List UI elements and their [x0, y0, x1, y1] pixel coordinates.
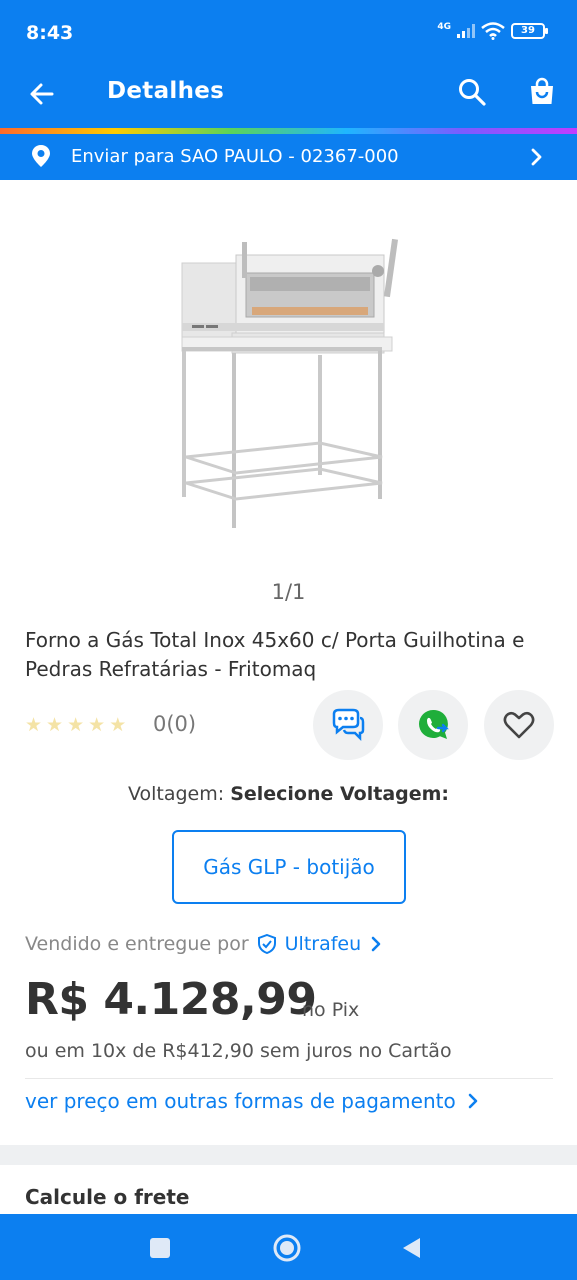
product-image[interactable]: [168, 225, 408, 535]
shipping-address-text: Enviar para SAO PAULO - 02367-000: [71, 146, 399, 167]
star-icon: ★: [88, 714, 106, 736]
location-pin-icon: [32, 145, 50, 167]
recents-icon[interactable]: [150, 1238, 170, 1258]
whatsapp-share-button[interactable]: [398, 690, 468, 760]
signal-icon: [457, 24, 475, 38]
rating-count[interactable]: 0(0): [153, 712, 196, 736]
verified-shield-icon: [257, 934, 276, 954]
chat-button[interactable]: [313, 690, 383, 760]
search-icon[interactable]: [456, 76, 488, 108]
seller-name[interactable]: Ultrafeu: [285, 933, 362, 955]
star-icon: ★: [67, 714, 85, 736]
home-icon[interactable]: [272, 1233, 302, 1263]
chevron-right-icon: [531, 148, 542, 166]
price-value: R$ 4.128,99: [25, 974, 317, 1025]
battery-icon: 39: [511, 23, 548, 39]
seller-prefix: Vendido e entregue por: [25, 933, 249, 955]
status-icons: 4G 39: [437, 22, 548, 40]
image-counter: 1/1: [271, 580, 306, 604]
product-title: Forno a Gás Total Inox 45x60 c/ Porta Gu…: [25, 628, 525, 681]
next-section-title: Calcule o frete: [25, 1185, 190, 1209]
rating-stars[interactable]: ★ ★ ★ ★ ★: [25, 714, 126, 736]
seller-row[interactable]: Vendido e entregue por Ultrafeu: [25, 933, 383, 955]
top-header: 8:43 4G 39 Detalhes: [0, 0, 577, 128]
other-payment-link[interactable]: ver preço em outras formas de pagamento: [25, 1089, 480, 1113]
chat-bubbles-icon: [332, 708, 365, 742]
back-triangle-icon[interactable]: [400, 1236, 424, 1260]
status-bar: 8:43 4G 39: [0, 0, 577, 66]
other-payment-link-text: ver preço em outras formas de pagamento: [25, 1089, 456, 1113]
wifi-icon: [481, 22, 505, 40]
next-section: Calcule o frete: [0, 1165, 577, 1215]
star-icon: ★: [46, 714, 64, 736]
star-icon: ★: [109, 714, 127, 736]
voltage-label-row: Voltagem: Selecione Voltagem:: [0, 783, 577, 805]
page-title: Detalhes: [107, 78, 225, 104]
voltage-selected: Selecione Voltagem:: [230, 783, 450, 805]
price-method: no Pix: [302, 999, 360, 1021]
shipping-address-bar[interactable]: Enviar para SAO PAULO - 02367-000: [0, 134, 577, 180]
chevron-right-icon: [371, 936, 381, 952]
whatsapp-icon: [419, 709, 449, 739]
shopping-bag-icon[interactable]: [526, 76, 558, 108]
status-time: 8:43: [26, 22, 74, 44]
voltage-option-gas-glp[interactable]: Gás GLP - botijão: [172, 830, 406, 904]
app-bar: Detalhes: [0, 66, 577, 128]
network-type: 4G: [437, 22, 451, 32]
heart-icon: [503, 711, 535, 739]
installment-info: ou em 10x de R$412,90 sem juros no Cartã…: [25, 1040, 452, 1062]
chevron-right-icon: [468, 1093, 478, 1109]
voltage-label: Voltagem:: [127, 783, 225, 805]
section-gap: [0, 1145, 577, 1165]
divider: [25, 1078, 553, 1079]
system-nav-bar: [0, 1214, 577, 1280]
back-arrow-icon[interactable]: [26, 78, 58, 110]
star-icon: ★: [25, 714, 43, 736]
favorite-button[interactable]: [484, 690, 554, 760]
